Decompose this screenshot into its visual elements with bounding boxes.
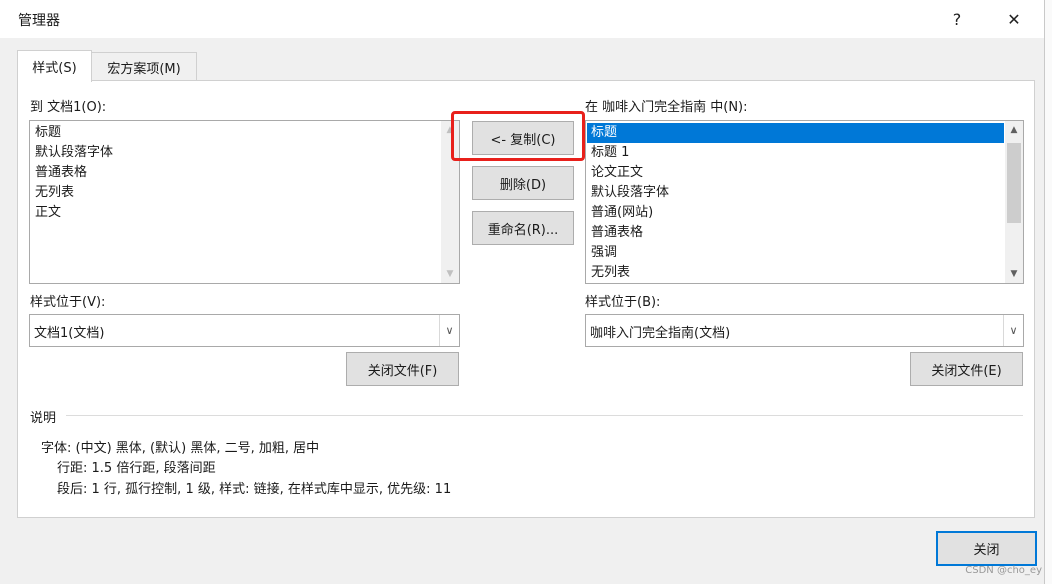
left-close-file-button[interactable]: 关闭文件(F)	[346, 352, 459, 386]
list-item[interactable]: 强调	[589, 243, 619, 263]
list-item[interactable]: 默认段落字体	[33, 143, 115, 163]
delete-button[interactable]: 删除(D)	[472, 166, 574, 200]
list-item[interactable]: 普通表格	[33, 163, 89, 183]
background-window-edge	[1045, 0, 1052, 584]
right-location-value: 咖啡入门完全指南(文档)	[590, 326, 731, 341]
list-item[interactable]: 标题	[33, 123, 63, 143]
list-item[interactable]: 无列表	[33, 183, 76, 203]
chevron-down-icon[interactable]: ∨	[439, 315, 459, 346]
list-item[interactable]: 无列表	[589, 263, 632, 283]
right-list-label: 在 咖啡入门完全指南 中(N):	[585, 100, 748, 115]
right-style-list[interactable]: 标题 标题 1 论文正文 默认段落字体 普通(网站) 普通表格 强调 无列表 ▲ ▼	[585, 120, 1024, 284]
close-button[interactable]: 关闭	[936, 531, 1037, 566]
left-style-list[interactable]: 标题 默认段落字体 普通表格 无列表 正文 ▲ ▼	[29, 120, 460, 284]
list-item[interactable]: 普通(网站)	[589, 203, 655, 223]
scroll-up-icon[interactable]: ▲	[1005, 121, 1023, 139]
description-line-3: 段后: 1 行, 孤行控制, 1 级, 样式: 链接, 在样式库中显示, 优先级…	[57, 482, 452, 497]
left-location-select[interactable]: 文档1(文档) ∨	[29, 314, 460, 347]
description-divider	[66, 415, 1023, 416]
list-item[interactable]: 标题 1	[589, 143, 631, 163]
list-item[interactable]: 论文正文	[589, 163, 645, 183]
scroll-down-icon[interactable]: ▼	[441, 265, 459, 283]
chevron-down-icon[interactable]: ∨	[1003, 315, 1023, 346]
scroll-down-icon[interactable]: ▼	[1005, 265, 1023, 283]
description-line-2: 行距: 1.5 倍行距, 段落间距	[57, 461, 216, 476]
list-item[interactable]: 普通表格	[589, 223, 645, 243]
left-location-label: 样式位于(V):	[30, 295, 106, 310]
title-bar: 管理器 ? ✕	[0, 0, 1044, 38]
tab-styles-label: 样式(S)	[32, 61, 77, 76]
left-location-value: 文档1(文档)	[34, 326, 105, 341]
scroll-thumb[interactable]	[1007, 143, 1021, 223]
list-item[interactable]: 正文	[33, 203, 63, 223]
list-item[interactable]: 标题	[587, 123, 1004, 143]
tab-styles[interactable]: 样式(S)	[17, 50, 92, 82]
right-location-label: 样式位于(B):	[585, 295, 661, 310]
list-item[interactable]: 默认段落字体	[589, 183, 671, 203]
description-line-1: 字体: (中文) 黑体, (默认) 黑体, 二号, 加粗, 居中	[41, 441, 320, 456]
window-close-button[interactable]: ✕	[991, 0, 1037, 38]
description-header: 说明	[30, 411, 57, 426]
left-list-label: 到 文档1(O):	[30, 100, 107, 115]
tab-macro-items-label: 宏方案项(M)	[107, 61, 181, 77]
right-list-scrollbar[interactable]: ▲ ▼	[1005, 121, 1023, 283]
rename-button[interactable]: 重命名(R)...	[472, 211, 574, 245]
help-button[interactable]: ?	[934, 0, 980, 38]
left-list-scrollbar[interactable]: ▲ ▼	[441, 121, 459, 283]
watermark: CSDN @cho_ey	[965, 565, 1042, 576]
right-location-select[interactable]: 咖啡入门完全指南(文档) ∨	[585, 314, 1024, 347]
tab-macro-items[interactable]: 宏方案项(M)	[91, 52, 197, 81]
scroll-up-icon[interactable]: ▲	[441, 121, 459, 139]
copy-button[interactable]: <- 复制(C)	[472, 121, 574, 155]
window-title: 管理器	[18, 13, 60, 29]
right-close-file-button[interactable]: 关闭文件(E)	[910, 352, 1023, 386]
